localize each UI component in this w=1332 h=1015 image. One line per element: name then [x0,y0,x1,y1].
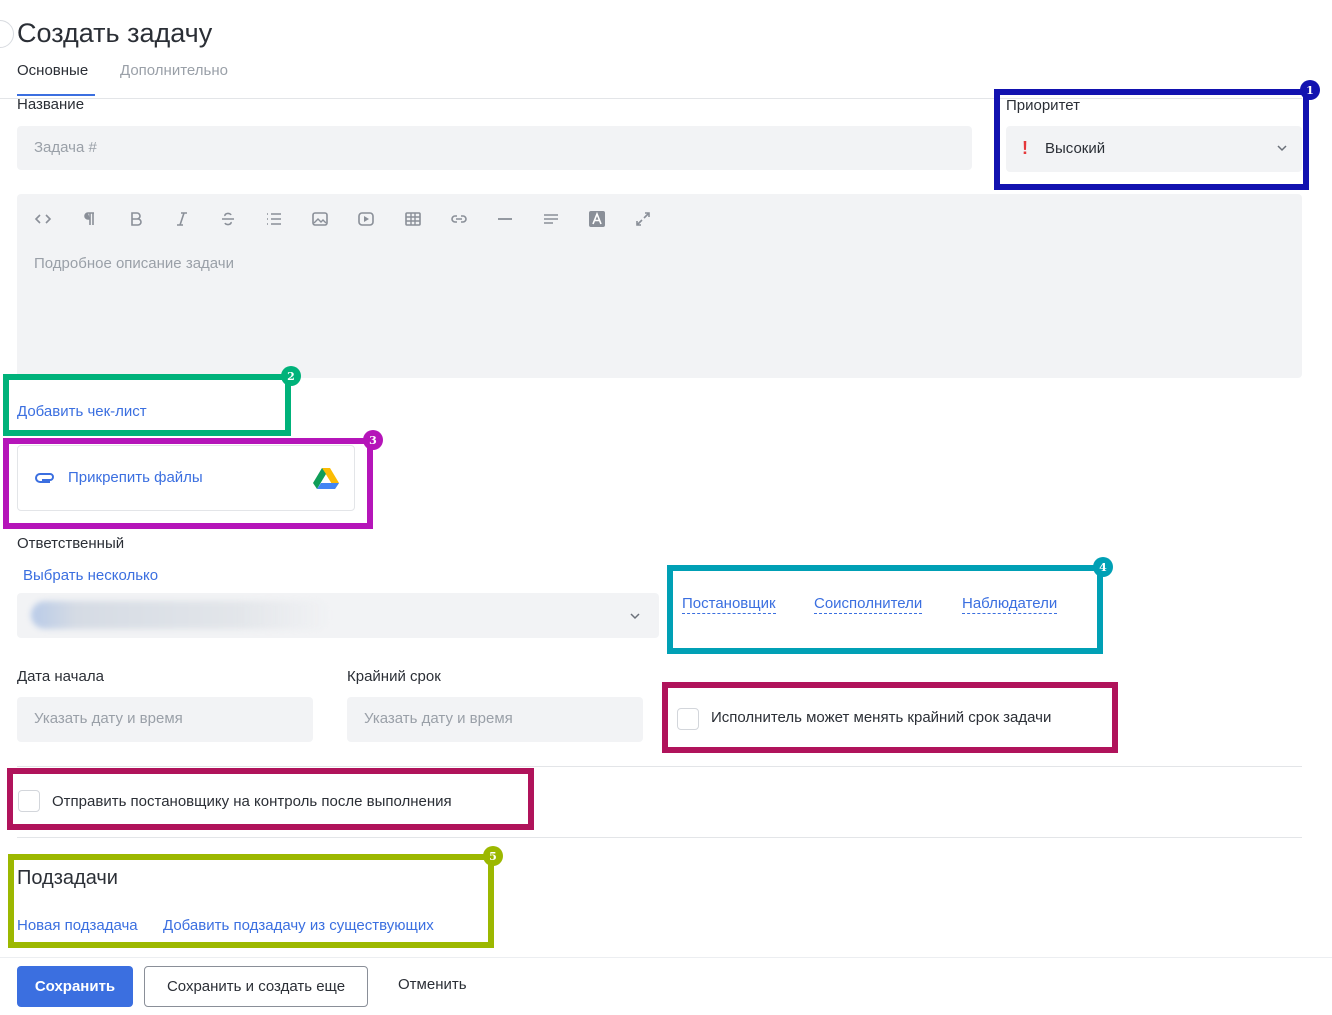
start-date-input[interactable]: Указать дату и время [17,697,313,742]
name-input[interactable]: Задача # [17,126,972,170]
back-button[interactable] [0,20,14,48]
name-placeholder: Задача # [34,139,97,156]
divider [17,766,1302,767]
annotation-box-4 [667,565,1103,654]
deadline-input[interactable]: Указать дату и время [347,697,643,742]
code-icon[interactable] [28,204,58,234]
divider [17,837,1302,838]
horizontal-rule-icon[interactable] [490,204,520,234]
annotation-box-1 [994,89,1309,190]
font-color-icon[interactable] [582,204,612,234]
tab-additional[interactable]: Дополнительно [120,62,228,79]
annotation-box-deadline [662,682,1118,753]
deadline-label: Крайний срок [347,668,441,685]
annotation-box-control [7,768,534,830]
list-icon[interactable] [259,204,289,234]
chevron-down-icon [629,609,641,626]
page-title: Создать задачу [17,18,213,48]
italic-icon[interactable] [167,204,197,234]
image-icon[interactable] [305,204,335,234]
strikethrough-icon[interactable] [213,204,243,234]
save-button[interactable]: Сохранить [17,966,133,1007]
paragraph-icon[interactable] [74,204,104,234]
blurred-assignee [31,601,331,629]
responsible-select[interactable] [17,593,659,638]
responsible-label: Ответственный [17,535,125,552]
description-editor[interactable] [17,194,1302,378]
fullscreen-icon[interactable] [628,204,658,234]
link-icon[interactable] [444,204,474,234]
table-icon[interactable] [398,204,428,234]
annotation-box-5 [8,854,494,948]
annotation-badge-4: 4 [1093,557,1113,577]
footer-divider [0,957,1332,958]
annotation-badge-1: 1 [1300,80,1320,100]
video-icon[interactable] [351,204,381,234]
start-date-label: Дата начала [17,668,104,685]
annotation-box-3 [3,438,373,529]
tab-main[interactable]: Основные [17,62,88,79]
deadline-placeholder: Указать дату и время [364,710,513,727]
bold-icon[interactable] [121,204,151,234]
save-and-create-more-button[interactable]: Сохранить и создать еще [144,966,368,1007]
select-multiple-link[interactable]: Выбрать несколько [23,567,158,584]
cancel-button[interactable]: Отменить [398,976,467,993]
annotation-badge-5: 5 [483,846,503,866]
start-date-placeholder: Указать дату и время [34,710,183,727]
annotation-box-2 [3,374,291,436]
description-placeholder: Подробное описание задачи [34,255,234,272]
align-icon[interactable] [536,204,566,234]
annotation-badge-2: 2 [281,366,301,386]
annotation-badge-3: 3 [363,430,383,450]
name-label: Название [17,96,85,113]
